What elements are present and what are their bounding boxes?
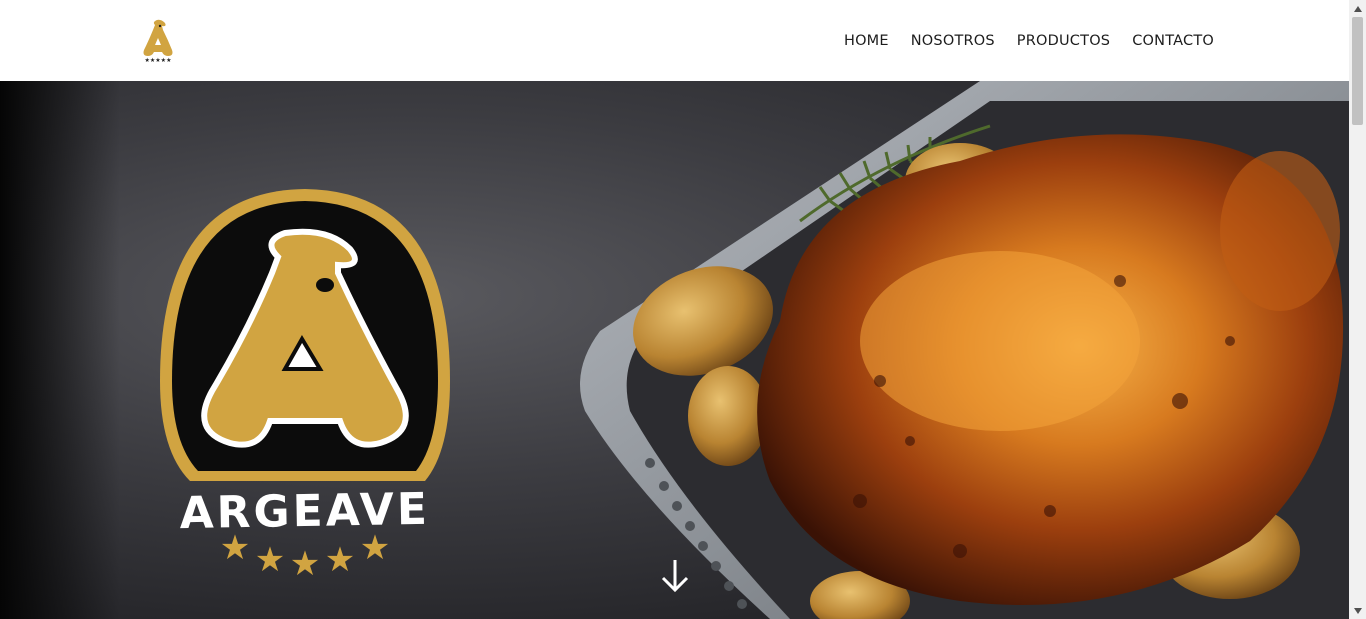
argeave-brand-logo: ARGEAVE ★ ★ ★ ★ ★ (160, 189, 450, 584)
site-header: ★★★★★ HOME NOSOTROS PRODUCTOS CONTACTO (0, 0, 1349, 81)
nav-nosotros[interactable]: NOSOTROS (911, 33, 995, 49)
nav-contacto[interactable]: CONTACTO (1132, 33, 1214, 49)
nav-productos[interactable]: PRODUCTOS (1017, 33, 1110, 49)
main-nav: HOME NOSOTROS PRODUCTOS CONTACTO (844, 33, 1214, 49)
nav-home[interactable]: HOME (844, 33, 889, 49)
svg-text:★: ★ (360, 528, 390, 568)
scroll-down-icon[interactable] (1349, 602, 1366, 619)
left-shadow (0, 81, 120, 619)
scroll-up-icon[interactable] (1349, 0, 1366, 17)
svg-text:★: ★ (290, 544, 320, 584)
scrollbar-thumb[interactable] (1352, 17, 1363, 125)
hero-banner: ARGEAVE ★ ★ ★ ★ ★ (0, 81, 1349, 619)
brand-name-text: ARGEAVE (179, 484, 430, 539)
svg-text:★: ★ (325, 540, 355, 580)
arrow-down-icon[interactable] (658, 556, 692, 596)
svg-text:ARGEAVE: ARGEAVE (179, 484, 430, 539)
page-scrollbar[interactable] (1349, 0, 1366, 619)
svg-text:★★★★★: ★★★★★ (145, 57, 172, 64)
argeave-logo-small[interactable]: ★★★★★ (140, 18, 176, 64)
svg-text:★: ★ (220, 528, 250, 568)
svg-text:★: ★ (255, 540, 285, 580)
